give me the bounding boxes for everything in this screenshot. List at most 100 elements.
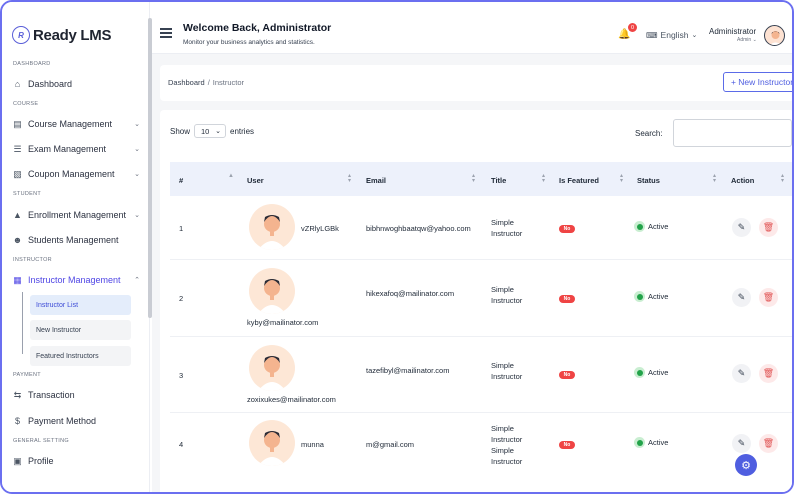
language-label: English (660, 30, 689, 40)
edit-icon: ✎ (737, 292, 746, 302)
sidebar-item-transaction[interactable]: ⇆ Transaction (12, 385, 140, 405)
column-header-action[interactable]: Action (731, 176, 754, 185)
chevron-down-icon: ⌄ (134, 121, 140, 128)
user-avatar (249, 204, 295, 250)
enroll-icon: ▲ (13, 210, 22, 220)
edit-button[interactable]: ✎ (732, 218, 751, 237)
row-number: 4 (179, 440, 184, 449)
column-header-email[interactable]: Email (366, 176, 386, 185)
main-content: Dashboard / Instructor + New Instructor Sh… (152, 54, 792, 492)
show-label: Show (170, 126, 191, 136)
chevron-down-icon: ⌄ (134, 171, 140, 178)
section-label-general-setting: GENERAL SETTING (13, 438, 69, 444)
sort-icon[interactable]: ▴ ▾ (781, 173, 784, 184)
edit-icon: ✎ (737, 368, 746, 378)
sort-icon[interactable]: ▴ ▾ (348, 173, 351, 184)
status-label: Active (648, 438, 669, 447)
table-row: 1 vZRlyLGBk bibhnwoghbaatqw@yahoo.com Si… (170, 196, 792, 260)
sort-icon[interactable]: ▴ ▾ (713, 173, 716, 184)
breadcrumb-root[interactable]: Dashboard (168, 78, 205, 87)
trash-icon: 🗑 (762, 292, 775, 302)
sidebar-item-label: Dashboard (28, 79, 73, 89)
section-label-dashboard: DASHBOARD (13, 61, 51, 67)
chevron-down-icon: ⌄ (215, 128, 222, 135)
user-avatar (249, 420, 295, 466)
sidebar-item-label: Payment Method (28, 416, 97, 426)
delete-button[interactable]: 🗑 (759, 364, 778, 383)
sidebar-item-students-management[interactable]: ☻ Students Management (12, 230, 140, 250)
table-row: 3 zoxixukes@mailinator.com tazefibyl@mai… (170, 337, 792, 413)
sidebar-item-payment-method[interactable]: $ Payment Method (12, 411, 140, 431)
column-header-title[interactable]: Title (491, 176, 506, 185)
students-icon: ☻ (12, 235, 23, 245)
featured-badge: No (559, 441, 575, 449)
section-label-course: COURSE (13, 101, 39, 107)
language-selector[interactable]: ⌨ English ⌄ (646, 30, 697, 40)
table-card: Show 10 ⌄ entries # ▲ User ▴ ▾ Email ▴ ▾ T… (160, 110, 792, 492)
sort-icon[interactable]: ▴ ▾ (620, 173, 623, 184)
page-subtitle: Monitor your business analytics and stat… (183, 39, 315, 46)
settings-button[interactable]: ⚙ (735, 454, 757, 476)
sort-icon[interactable]: ▲ (228, 173, 234, 179)
edit-button[interactable]: ✎ (732, 434, 751, 453)
entries-control: Show 10 ⌄ entries (170, 124, 254, 138)
status-badge: Active (634, 291, 668, 302)
sidebar-item-coupon-management[interactable]: ▧ Coupon Management ⌄ (12, 164, 140, 184)
sidebar-item-label: Students Management (28, 235, 119, 245)
user-title: Instructor (491, 457, 523, 466)
breadcrumb: Dashboard / Instructor (168, 78, 244, 87)
edit-button[interactable]: ✎ (732, 288, 751, 307)
logo-mark-icon: R (12, 26, 30, 44)
sidebar-item-exam-management[interactable]: ☰ Exam Management ⌄ (12, 139, 140, 159)
avatar[interactable] (764, 25, 785, 46)
sidebar-subitem-instructor-list[interactable]: Instructor List (30, 295, 131, 315)
instructor-icon: ▦ (13, 274, 22, 285)
delete-button[interactable]: 🗑 (759, 288, 778, 307)
search-input[interactable] (673, 119, 792, 147)
chevron-down-icon: ⌄ (134, 146, 140, 153)
bell-icon[interactable]: 🔔 (618, 29, 630, 41)
app-window: R Ready LMS DASHBOARD ⌂ Dashboard COURSE… (0, 0, 794, 494)
entries-value: 10 (201, 126, 210, 136)
user-title: Instructor (491, 372, 523, 381)
column-header-is-featured[interactable]: Is Featured (559, 176, 599, 185)
delete-button[interactable]: 🗑 (759, 434, 778, 453)
notification-badge: 0 (628, 23, 637, 32)
sidebar-item-profile[interactable]: ▣ Profile (12, 451, 140, 471)
sidebar-item-enrollment-management[interactable]: ▲ Enrollment Management ⌄ (12, 205, 140, 225)
trash-icon: 🗑 (762, 438, 775, 448)
entries-label: entries (230, 126, 255, 136)
column-header-user[interactable]: User (247, 176, 264, 185)
sidebar-item-label: Profile (28, 456, 54, 466)
logo[interactable]: R Ready LMS (12, 26, 111, 44)
sidebar-item-instructor-management[interactable]: ▦ Instructor Management ⌃ (12, 270, 140, 290)
search-label: Search: (635, 129, 663, 138)
user-email: hikexafoq@mailinator.com (366, 289, 455, 298)
sidebar-item-label: Enrollment Management (28, 210, 127, 220)
sidebar-item-course-management[interactable]: ▤ Course Management ⌄ (12, 114, 140, 134)
sidebar-item-dashboard[interactable]: ⌂ Dashboard (12, 74, 140, 94)
sidebar-subitem-new-instructor[interactable]: New Instructor (30, 320, 131, 340)
sort-icon[interactable]: ▴ ▾ (472, 173, 475, 184)
column-header-number[interactable]: # (179, 176, 183, 185)
user-avatar (249, 345, 295, 391)
edit-button[interactable]: ✎ (732, 364, 751, 383)
breadcrumb-separator: / (207, 78, 210, 87)
menu-toggle-icon[interactable] (160, 28, 172, 40)
new-instructor-button[interactable]: + New Instructor (723, 72, 792, 92)
sort-icon[interactable]: ▴ ▾ (542, 173, 545, 184)
exam-icon: ☰ (13, 143, 22, 154)
trash-icon: 🗑 (762, 222, 775, 232)
user-name[interactable]: Administrator (709, 27, 756, 36)
user-role[interactable]: Admin ⌄ (737, 37, 757, 43)
column-header-status[interactable]: Status (637, 176, 660, 185)
section-label-instructor: INSTRUCTOR (13, 257, 52, 263)
submenu-tree-line (22, 292, 23, 354)
sidebar-subitem-featured-instructors[interactable]: Featured Instructors (30, 346, 131, 366)
top-header: Welcome Back, Administrator Monitor your… (152, 2, 792, 54)
status-label: Active (648, 292, 669, 301)
user-title: Simple (491, 218, 514, 227)
payment-icon: $ (14, 416, 20, 426)
delete-button[interactable]: 🗑 (759, 218, 778, 237)
entries-select[interactable]: 10 ⌄ (194, 124, 227, 138)
